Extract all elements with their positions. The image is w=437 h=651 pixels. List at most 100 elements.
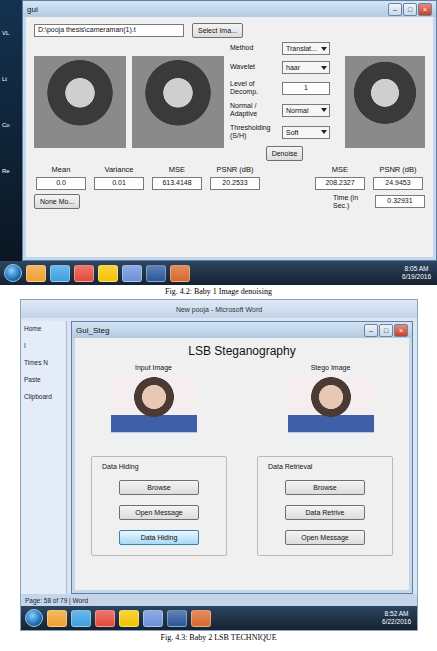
panel: Data Retrieval Browse Data Retrive Open Mes…: [257, 456, 393, 556]
dropdown[interactable]: Normal: [282, 104, 330, 117]
taskbar-app-icon[interactable]: [50, 265, 70, 282]
clock-date: 6/22/2016: [382, 618, 411, 626]
panel-button[interactable]: Data Hiding: [119, 530, 199, 545]
ribbon-item[interactable]: Home: [24, 325, 63, 332]
stat-label: MSE: [169, 165, 185, 174]
time-field[interactable]: 0.32931: [375, 195, 425, 208]
control-row: MethodTranslat...: [230, 42, 339, 55]
main-area: MethodTranslat...WavelethaarLevel of Dec…: [34, 42, 425, 161]
taskbar-app-icon[interactable]: [71, 610, 91, 627]
window-client: LSB SteganographyInput ImageStego ImageD…: [75, 338, 409, 590]
control-row: Level of Decomp.1: [230, 80, 339, 96]
start-orb-icon[interactable]: [25, 609, 43, 627]
window-control-button[interactable]: ×: [418, 3, 432, 16]
gui-steg-window: Gui_Steg –□× LSB Steganography Input ImageS…: [71, 321, 413, 594]
dropdown-arrow-icon: [321, 47, 327, 51]
dropdown-arrow-icon: [321, 130, 327, 134]
panel-title: Data Hiding: [102, 463, 139, 470]
panels-row: Data Hiding Browse Open Message Data Hiding…: [85, 452, 399, 556]
stat-field[interactable]: 24.9453: [373, 177, 423, 190]
control-label: Normal / Adaptive: [230, 102, 278, 118]
taskbar-app-icon[interactable]: [143, 610, 163, 627]
window-control-button[interactable]: □: [403, 3, 417, 16]
window-title: Gui_Steg: [76, 326, 109, 335]
window-control-button[interactable]: –: [388, 3, 402, 16]
dropdown-arrow-icon: [321, 66, 327, 70]
word-body: Home I Times N Paste Clipboard Gui_Steg –□× LSB…: [21, 318, 417, 594]
word-title: New pooja - Microsoft Word: [25, 306, 413, 313]
taskbar-app-icon[interactable]: [95, 610, 115, 627]
word-ribbon: Home I Times N Paste Clipboard: [21, 321, 67, 594]
window-control-button[interactable]: □: [379, 324, 393, 337]
clock-time: 8:52 AM: [385, 610, 409, 618]
denoise-button[interactable]: Denoise: [266, 146, 304, 161]
panel-button[interactable]: Open Message: [285, 530, 365, 545]
clock-date: 6/19/2016: [402, 273, 431, 281]
window-control-button[interactable]: ×: [394, 324, 408, 337]
window-control-button[interactable]: –: [364, 324, 378, 337]
stat-field[interactable]: 613.4148: [152, 177, 202, 190]
dropdown-arrow-icon: [321, 108, 327, 112]
taskbar-app-icon[interactable]: [98, 265, 118, 282]
window-title: gui: [27, 5, 38, 14]
ribbon-item[interactable]: Clipboard: [24, 393, 63, 400]
stat: Mean 0.0: [36, 165, 86, 190]
stat-field[interactable]: 208.2327: [315, 177, 365, 190]
taskbar-app-icon[interactable]: [167, 610, 187, 627]
dropdown[interactable]: haar: [282, 61, 330, 74]
stat-label: Mean: [52, 165, 71, 174]
window-controls: –□×: [364, 324, 408, 337]
stat-field[interactable]: 0.0: [36, 177, 86, 190]
stat-field[interactable]: 20.2533: [210, 177, 260, 190]
desktop-icon-label[interactable]: Co: [2, 122, 20, 128]
clock[interactable]: 8:52 AM6/22/2016: [382, 610, 413, 626]
taskbar: 8:52 AM6/22/2016: [21, 606, 417, 630]
taskbar-app-icon[interactable]: [119, 610, 139, 627]
stat: PSNR (dB)20.2533: [210, 165, 260, 190]
desktop-icon-label[interactable]: VL: [2, 30, 20, 36]
figure-caption: Fig. 4.3: Baby 2 LSB TECHNIQUE: [0, 631, 437, 645]
panel-title: Data Retrieval: [268, 463, 312, 470]
taskbar-app-icon[interactable]: [26, 265, 46, 282]
desktop-icons: VL Lt Co Re: [0, 0, 22, 261]
stat-field[interactable]: 0.01: [94, 177, 144, 190]
path-field[interactable]: D:\pooja thesis\cameraman(1).t: [34, 24, 184, 37]
image: [111, 376, 197, 446]
dropdown[interactable]: Soft: [282, 126, 330, 139]
panel-button[interactable]: Open Message: [119, 505, 199, 520]
panel-button[interactable]: Browse: [285, 480, 365, 495]
controls: MethodTranslat...WavelethaarLevel of Dec…: [230, 42, 339, 161]
taskbar-app-icon[interactable]: [191, 610, 211, 627]
clock[interactable]: 8:05 AM6/19/2016: [402, 265, 433, 281]
taskbar-app-icon[interactable]: [122, 265, 142, 282]
denoised-image: [345, 56, 425, 148]
denoise-screenshot: VL Lt Co Re gui –□× D:\pooja thesis\cameraman(…: [0, 0, 437, 285]
time-label: Time (in Sec.): [333, 194, 367, 209]
heading: LSB Steganography: [85, 344, 399, 358]
ribbon-item[interactable]: I: [24, 342, 63, 349]
start-orb-icon[interactable]: [4, 264, 22, 282]
panel-button[interactable]: Data Retrive: [285, 505, 365, 520]
taskbar-app-icon[interactable]: [170, 265, 190, 282]
desktop-icon-label[interactable]: Re: [2, 168, 20, 174]
noisy-image: [132, 56, 224, 148]
taskbar-app-icon[interactable]: [74, 265, 94, 282]
text-field[interactable]: 1: [282, 82, 330, 95]
figure-caption: Fig. 4.2: Baby 1 Image denoising: [0, 285, 437, 299]
noise-button[interactable]: None Mo...: [34, 194, 80, 209]
panel-button[interactable]: Browse: [119, 480, 199, 495]
stat: MSE208.2327: [315, 165, 365, 190]
ribbon-item[interactable]: Times N: [24, 359, 63, 366]
desktop-icon-label[interactable]: Lt: [2, 76, 20, 82]
desktop: VL Lt Co Re gui –□× D:\pooja thesis\cameraman(…: [0, 0, 437, 261]
select-image-button[interactable]: Select Ima...: [192, 23, 243, 38]
taskbar-app-icon[interactable]: [146, 265, 166, 282]
dropdown[interactable]: Translat...: [282, 42, 330, 55]
control-row: Thresholding (S/H)Soft: [230, 124, 339, 140]
result-stats: MSE208.2327PSNR (dB)24.9453: [313, 165, 425, 190]
taskbar-app-icon[interactable]: [47, 610, 67, 627]
stat: MSE 613.4148: [152, 165, 202, 190]
images-row: Input ImageStego Image: [85, 364, 399, 446]
taskbar: 8:05 AM6/19/2016: [0, 261, 437, 285]
ribbon-item[interactable]: Paste: [24, 376, 63, 383]
